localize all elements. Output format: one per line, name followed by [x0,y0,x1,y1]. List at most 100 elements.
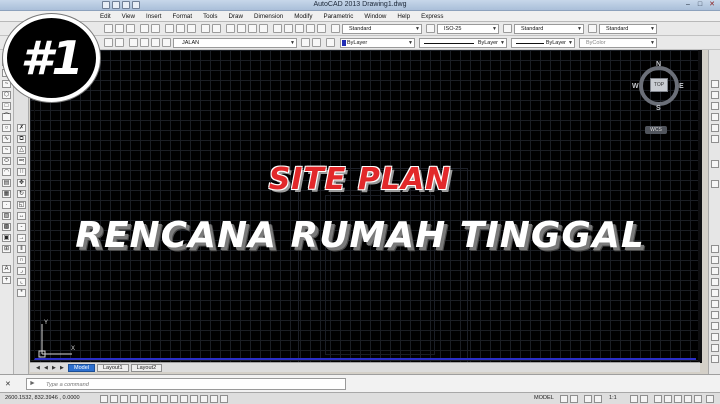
command-input[interactable] [46,381,336,388]
quick-view-drawings-icon[interactable] [570,395,578,403]
zoom-previous-icon[interactable] [259,24,268,33]
copy-object-icon[interactable]: ⧉ [17,135,26,143]
lightbulb-icon[interactable] [129,38,138,47]
first-tab-icon[interactable]: ◀ [36,365,42,371]
menu-modify[interactable]: Modify [294,13,312,20]
annotation-visibility-icon[interactable] [630,395,638,403]
draw-order-icon[interactable] [711,80,719,88]
sun-icon[interactable] [140,38,149,47]
arc-icon[interactable]: ⌒ [2,113,11,121]
preview-icon[interactable] [151,24,160,33]
multiline-text-icon[interactable]: A [2,265,11,273]
zoom-window-icon[interactable] [248,24,257,33]
help-icon[interactable] [317,24,326,33]
table-style-icon[interactable] [503,24,512,33]
ortho-toggle-icon[interactable] [120,395,128,403]
bring-front-icon[interactable] [711,113,719,121]
snap-tangent-icon[interactable] [711,344,719,352]
cut-icon[interactable] [165,24,174,33]
snap-midpoint-icon[interactable] [711,256,719,264]
multileader-style-icon[interactable] [588,24,597,33]
design-center-icon[interactable] [284,24,293,33]
osnap-toggle-icon[interactable] [140,395,148,403]
join-icon[interactable]: ∩ [17,256,26,264]
table-style-dropdown[interactable]: Standard ▼ [514,24,584,34]
point-icon[interactable]: · [2,201,11,209]
compass-west[interactable]: W [632,83,639,90]
command-recent-icon[interactable]: ► [29,380,36,387]
snap-perpendicular-icon[interactable] [711,333,719,341]
menu-parametric[interactable]: Parametric [323,13,353,20]
send-back-icon[interactable] [711,124,719,132]
prev-tab-icon[interactable]: ◀ [44,365,50,371]
menu-insert[interactable]: Insert [146,13,161,20]
menu-edit[interactable]: Edit [100,13,111,20]
wcs-menu[interactable]: WCS [645,126,667,134]
status-menu-icon[interactable] [694,395,702,403]
menu-express[interactable]: Express [421,13,443,20]
explode-icon[interactable]: * [17,289,26,297]
quick-view-layouts-icon[interactable] [560,395,568,403]
polar-toggle-icon[interactable] [130,395,138,403]
properties-icon[interactable] [273,24,282,33]
lock-icon[interactable] [151,38,160,47]
open-icon[interactable] [115,24,124,33]
mirror-icon[interactable]: △ [17,146,26,154]
pan-icon[interactable] [226,24,235,33]
color-dropdown[interactable]: ByLayer ▼ [340,38,415,48]
copy-icon[interactable] [176,24,185,33]
layer-manager-icon[interactable] [104,38,113,47]
snap-node-icon[interactable] [711,278,719,286]
lineweight-dropdown[interactable]: ByLayer ▼ [511,38,575,48]
dyn-toggle-icon[interactable] [180,395,188,403]
maximize-icon[interactable]: □ [694,0,706,10]
spline-icon[interactable]: ~ [2,146,11,154]
next-tab-icon[interactable]: ▶ [52,365,58,371]
match-layer-icon[interactable] [326,38,335,47]
layer-previous-icon[interactable] [312,38,321,47]
text-style-icon[interactable] [331,24,340,33]
layer-dropdown[interactable]: JALAN ▼ [173,38,297,48]
menu-view[interactable]: View [122,13,135,20]
tool-palettes-icon[interactable] [295,24,304,33]
transparency-toggle-icon[interactable] [200,395,208,403]
close-icon[interactable]: ✕ [706,0,718,10]
minimize-icon[interactable]: – [682,0,694,10]
menu-draw[interactable]: Draw [229,13,243,20]
hatch-to-back-icon[interactable] [711,102,719,110]
undo-button-icon[interactable] [201,24,210,33]
snap-quadrant-icon[interactable] [711,289,719,297]
make-current-icon[interactable] [301,38,310,47]
text-to-front-icon[interactable] [711,91,719,99]
isolate-objects-icon[interactable] [684,395,692,403]
chamfer-icon[interactable]: ⌟ [17,267,26,275]
polygon-icon[interactable]: ⬡ [2,91,11,99]
snap-extension-icon[interactable] [711,311,719,319]
pan-status-icon[interactable] [584,395,592,403]
redo-button-icon[interactable] [212,24,221,33]
snap-insertion-icon[interactable] [711,322,719,330]
lineweight-toggle-icon[interactable] [190,395,198,403]
compass-south[interactable]: S [656,105,661,112]
auto-scale-icon[interactable] [640,395,648,403]
menu-tools[interactable]: Tools [203,13,217,20]
new-icon[interactable] [104,24,113,33]
dim-style-icon[interactable] [426,24,435,33]
bring-above-icon[interactable] [711,135,719,143]
menu-help[interactable]: Help [397,13,410,20]
add-selected-icon[interactable]: + [2,276,11,284]
rectangle-icon[interactable]: □ [2,102,11,110]
paste-icon[interactable] [187,24,196,33]
layer-state-icon[interactable] [115,38,124,47]
compass-north[interactable]: N [656,61,661,68]
save-icon[interactable] [126,24,135,33]
plot-style-dropdown[interactable]: ByColor ▼ [579,38,657,48]
snap-toggle-icon[interactable] [100,395,108,403]
layer-color-icon[interactable] [162,38,171,47]
text-style-dropdown[interactable]: Standard ▼ [342,24,422,34]
command-close-icon[interactable]: ✕ [5,380,11,388]
print-icon[interactable] [140,24,149,33]
model-space-button[interactable]: MODEL [534,395,554,401]
snap-center-icon[interactable] [711,267,719,275]
grid-toggle-icon[interactable] [110,395,118,403]
